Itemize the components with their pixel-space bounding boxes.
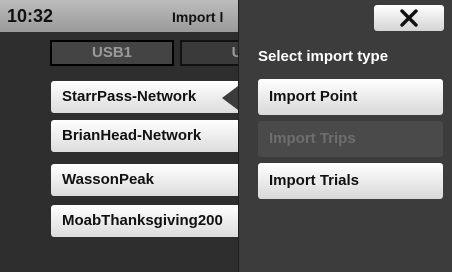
import-trips-button: Import Trips — [258, 121, 443, 157]
option-label: Import Trips — [269, 130, 356, 147]
file-name: WassonPeak — [62, 171, 154, 188]
import-point-button[interactable]: Import Point — [258, 79, 443, 115]
option-label: Import Trials — [269, 172, 360, 189]
file-item-brianhead[interactable]: BrianHead-Network — [51, 120, 269, 152]
tab-label: USB1 — [91, 44, 132, 61]
clock: 10:32 — [7, 6, 54, 26]
close-button[interactable] — [374, 5, 444, 31]
import-trials-button[interactable]: Import Trials — [258, 163, 443, 199]
file-item-wassonpeak[interactable]: WassonPeak — [51, 164, 269, 196]
screen: 10:32 Import l USB1 US StarrPass-Network… — [0, 0, 452, 272]
file-name: StarrPass-Network — [62, 88, 197, 105]
option-label: Import Point — [269, 88, 358, 105]
tab-usb1[interactable]: USB1 — [50, 40, 174, 66]
close-icon — [400, 9, 418, 27]
page-title: Import l — [172, 9, 224, 25]
file-name: BrianHead-Network — [62, 127, 202, 144]
panel-heading: Select import type — [258, 48, 389, 65]
file-name: MoabThanksgiving200 — [62, 212, 223, 229]
popup-pointer — [222, 86, 238, 110]
file-item-moab[interactable]: MoabThanksgiving200 — [51, 205, 269, 237]
